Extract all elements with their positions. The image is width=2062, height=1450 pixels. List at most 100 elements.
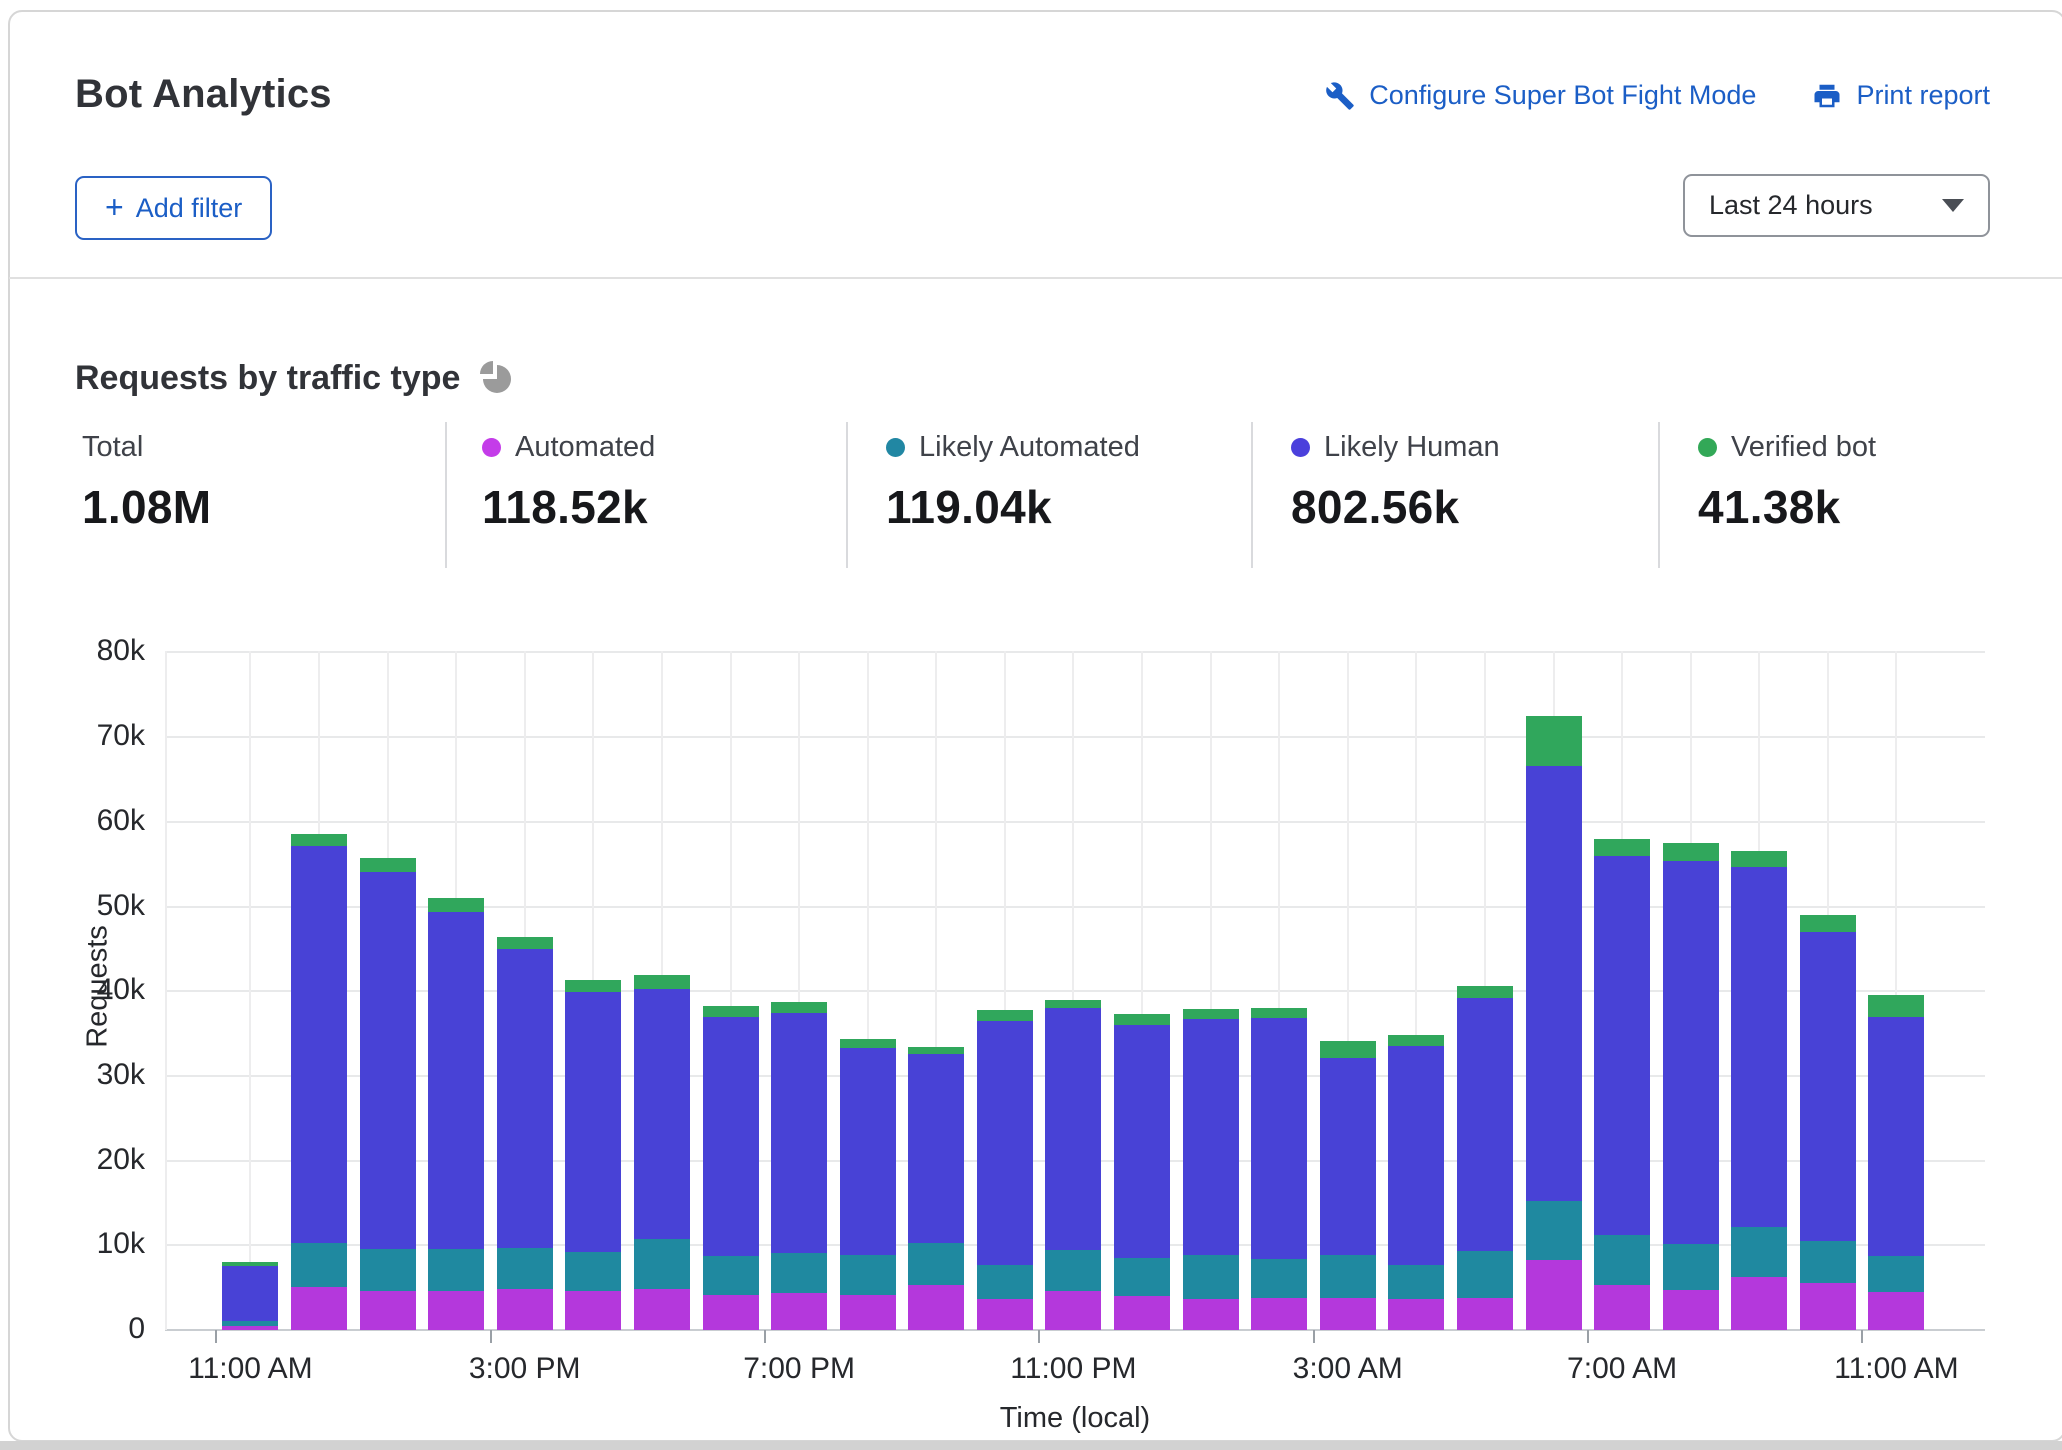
stacked-bar[interactable]: [497, 937, 553, 1330]
stacked-bar[interactable]: [1320, 1041, 1376, 1330]
bar-segment-likely-automated: [565, 1252, 621, 1291]
x-tick-label: 11:00 AM: [150, 1352, 350, 1386]
stacked-bar[interactable]: [1731, 851, 1787, 1330]
x-axis-title: Time (local): [875, 1402, 1275, 1435]
bar-segment-verified-bot: [565, 980, 621, 992]
stacked-bar[interactable]: [428, 898, 484, 1330]
stacked-bar[interactable]: [908, 1047, 964, 1330]
x-axis-tick: [764, 1330, 766, 1343]
stacked-bar[interactable]: [1251, 1008, 1307, 1330]
stacked-bar[interactable]: [634, 975, 690, 1330]
bar-segment-likely-human: [1800, 932, 1856, 1241]
stacked-bar[interactable]: [360, 858, 416, 1330]
y-tick-label: 20k: [55, 1143, 145, 1177]
bar-segment-verified-bot: [977, 1010, 1033, 1021]
bar-segment-likely-automated: [1594, 1235, 1650, 1285]
bar-segment-verified-bot: [1594, 839, 1650, 856]
x-axis-tick: [1313, 1330, 1315, 1343]
bar-segment-verified-bot: [1388, 1035, 1444, 1046]
bar-segment-likely-automated: [1320, 1255, 1376, 1297]
bar-segment-likely-automated: [1114, 1258, 1170, 1296]
bar-segment-likely-automated: [1731, 1227, 1787, 1277]
y-tick-label: 80k: [55, 634, 145, 668]
x-axis-tick: [1587, 1330, 1589, 1343]
stacked-bar[interactable]: [1663, 843, 1719, 1330]
stacked-bar[interactable]: [291, 834, 347, 1330]
stacked-bar[interactable]: [1114, 1014, 1170, 1330]
bar-segment-automated: [360, 1291, 416, 1330]
bar-segment-likely-human: [840, 1048, 896, 1255]
bar-segment-verified-bot: [360, 858, 416, 872]
bar-segment-likely-human: [1320, 1058, 1376, 1255]
stacked-bar[interactable]: [1594, 839, 1650, 1330]
bottom-section-divider: [0, 1441, 2062, 1450]
bar-segment-likely-human: [1868, 1017, 1924, 1257]
stacked-bar[interactable]: [1868, 995, 1924, 1330]
bar-segment-verified-bot: [840, 1039, 896, 1048]
bar-segment-likely-automated: [1526, 1201, 1582, 1259]
bar-segment-verified-bot: [771, 1002, 827, 1013]
stacked-bar[interactable]: [222, 1262, 278, 1330]
bar-segment-verified-bot: [1251, 1008, 1307, 1018]
stacked-bar[interactable]: [1526, 716, 1582, 1330]
bar-segment-likely-human: [1457, 998, 1513, 1251]
bar-segment-automated: [908, 1285, 964, 1330]
bar-segment-automated: [1320, 1298, 1376, 1330]
bar-segment-automated: [1526, 1260, 1582, 1330]
x-axis-tick: [215, 1330, 217, 1343]
stacked-bar[interactable]: [840, 1039, 896, 1330]
h-gridline: [165, 821, 1985, 823]
bar-segment-likely-human: [1388, 1046, 1444, 1265]
bar-segment-likely-automated: [1388, 1265, 1444, 1299]
bar-segment-verified-bot: [1320, 1041, 1376, 1058]
bar-segment-automated: [1388, 1299, 1444, 1330]
bar-segment-automated: [634, 1289, 690, 1330]
bar-segment-verified-bot: [908, 1047, 964, 1054]
bar-segment-likely-human: [977, 1021, 1033, 1265]
bar-segment-likely-human: [1663, 861, 1719, 1245]
bar-segment-automated: [1251, 1298, 1307, 1330]
bar-segment-likely-automated: [771, 1253, 827, 1293]
bar-segment-likely-human: [634, 989, 690, 1239]
bar-segment-verified-bot: [634, 975, 690, 989]
bar-segment-likely-automated: [360, 1249, 416, 1291]
bar-segment-verified-bot: [1526, 716, 1582, 766]
bar-segment-likely-human: [1183, 1019, 1239, 1255]
bar-segment-verified-bot: [1183, 1009, 1239, 1019]
bar-segment-likely-automated: [840, 1255, 896, 1296]
stacked-bar[interactable]: [771, 1002, 827, 1330]
stacked-bar[interactable]: [1045, 1000, 1101, 1330]
y-tick-label: 10k: [55, 1227, 145, 1261]
bar-segment-verified-bot: [1663, 843, 1719, 861]
bar-segment-likely-human: [703, 1017, 759, 1256]
bar-segment-likely-automated: [1045, 1250, 1101, 1291]
requests-by-traffic-type-chart: 010k20k30k40k50k60k70k80k11:00 AM3:00 PM…: [0, 0, 2062, 1450]
bar-segment-likely-automated: [1663, 1244, 1719, 1290]
bar-segment-likely-automated: [977, 1265, 1033, 1299]
bar-segment-verified-bot: [1114, 1014, 1170, 1025]
stacked-bar[interactable]: [565, 980, 621, 1330]
stacked-bar[interactable]: [703, 1006, 759, 1330]
bar-segment-automated: [1183, 1299, 1239, 1330]
bar-segment-likely-human: [360, 872, 416, 1249]
stacked-bar[interactable]: [1457, 986, 1513, 1330]
stacked-bar[interactable]: [1800, 915, 1856, 1330]
bar-segment-automated: [565, 1291, 621, 1330]
x-axis-tick: [490, 1330, 492, 1343]
bar-segment-automated: [1800, 1283, 1856, 1330]
bar-segment-automated: [771, 1293, 827, 1330]
x-tick-label: 11:00 PM: [973, 1352, 1173, 1386]
bar-segment-likely-automated: [1183, 1255, 1239, 1299]
bar-segment-automated: [1457, 1298, 1513, 1330]
bar-segment-verified-bot: [703, 1006, 759, 1018]
stacked-bar[interactable]: [1388, 1035, 1444, 1330]
bar-segment-verified-bot: [497, 937, 553, 949]
stacked-bar[interactable]: [1183, 1009, 1239, 1330]
bar-segment-automated: [222, 1326, 278, 1330]
x-tick-label: 7:00 AM: [1522, 1352, 1722, 1386]
bar-segment-likely-human: [1526, 766, 1582, 1201]
stacked-bar[interactable]: [977, 1010, 1033, 1330]
x-axis-tick: [1861, 1330, 1863, 1343]
bar-segment-likely-human: [565, 992, 621, 1252]
h-gridline: [165, 651, 1985, 653]
